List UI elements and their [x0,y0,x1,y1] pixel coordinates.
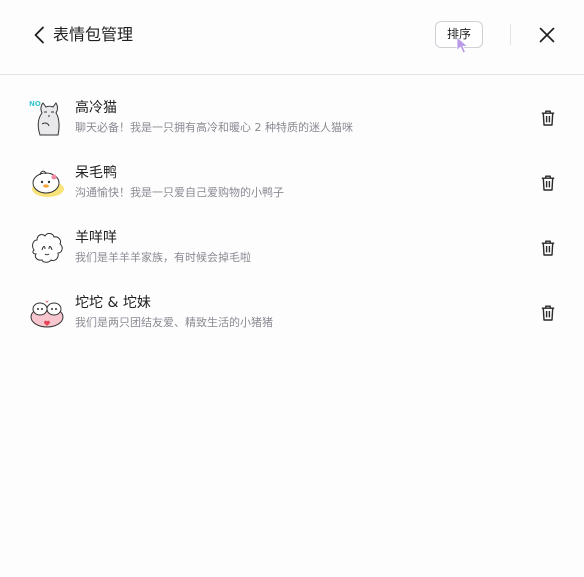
pack-description: 我们是两只团结友爱、精致生活的小猪猪 [75,316,273,329]
chevron-left-icon [34,26,44,44]
list-item: 呆毛鸭 沟通愉快！我是一只爱自己爱购物的小鸭子 [0,153,584,218]
list-item: NO 高冷猫 聊天必备！我是一只拥有高冷和暖心 2 种特质的迷人猫咪 [0,88,584,153]
pack-name: 高冷猫 [75,100,117,116]
delete-button[interactable] [539,108,557,128]
trash-icon [541,305,555,321]
delete-button[interactable] [539,303,557,323]
sheep-sticker-icon [32,233,63,263]
svg-text:NO: NO [29,100,41,108]
header-divider [510,24,511,45]
close-button[interactable] [536,24,558,46]
list-item: 羊咩咩 我们是羊羊羊家族，有时候会掉毛啦 [0,218,584,283]
pack-name: 坨坨 & 坨妹 [75,295,151,311]
pack-description: 沟通愉快！我是一只爱自己爱购物的小鸭子 [75,186,284,199]
trash-icon [541,240,555,256]
pack-description: 我们是羊羊羊家族，有时候会掉毛啦 [75,251,251,264]
trash-icon [541,110,555,126]
page-title: 表情包管理 [53,25,134,44]
header-bar: 表情包管理 排序 [0,0,584,75]
trash-icon [541,175,555,191]
pig-sticker-icon [30,300,64,328]
pack-name: 羊咩咩 [75,230,117,246]
delete-button[interactable] [539,173,557,193]
sticker-pack-list: NO 高冷猫 聊天必备！我是一只拥有高冷和暖心 2 种特质的迷人猫咪 呆毛鸭 沟… [0,88,584,348]
pack-name: 呆毛鸭 [75,165,117,181]
back-button[interactable] [30,24,48,46]
delete-button[interactable] [539,238,557,258]
pack-description: 聊天必备！我是一只拥有高冷和暖心 2 种特质的迷人猫咪 [75,121,353,134]
duck-sticker-icon [32,170,64,197]
mouse-pointer-icon [456,36,469,54]
list-item: 坨坨 & 坨妹 我们是两只团结友爱、精致生活的小猪猪 [0,283,584,348]
cool-cat-sticker-icon: NO [29,100,60,136]
close-icon [539,27,555,43]
